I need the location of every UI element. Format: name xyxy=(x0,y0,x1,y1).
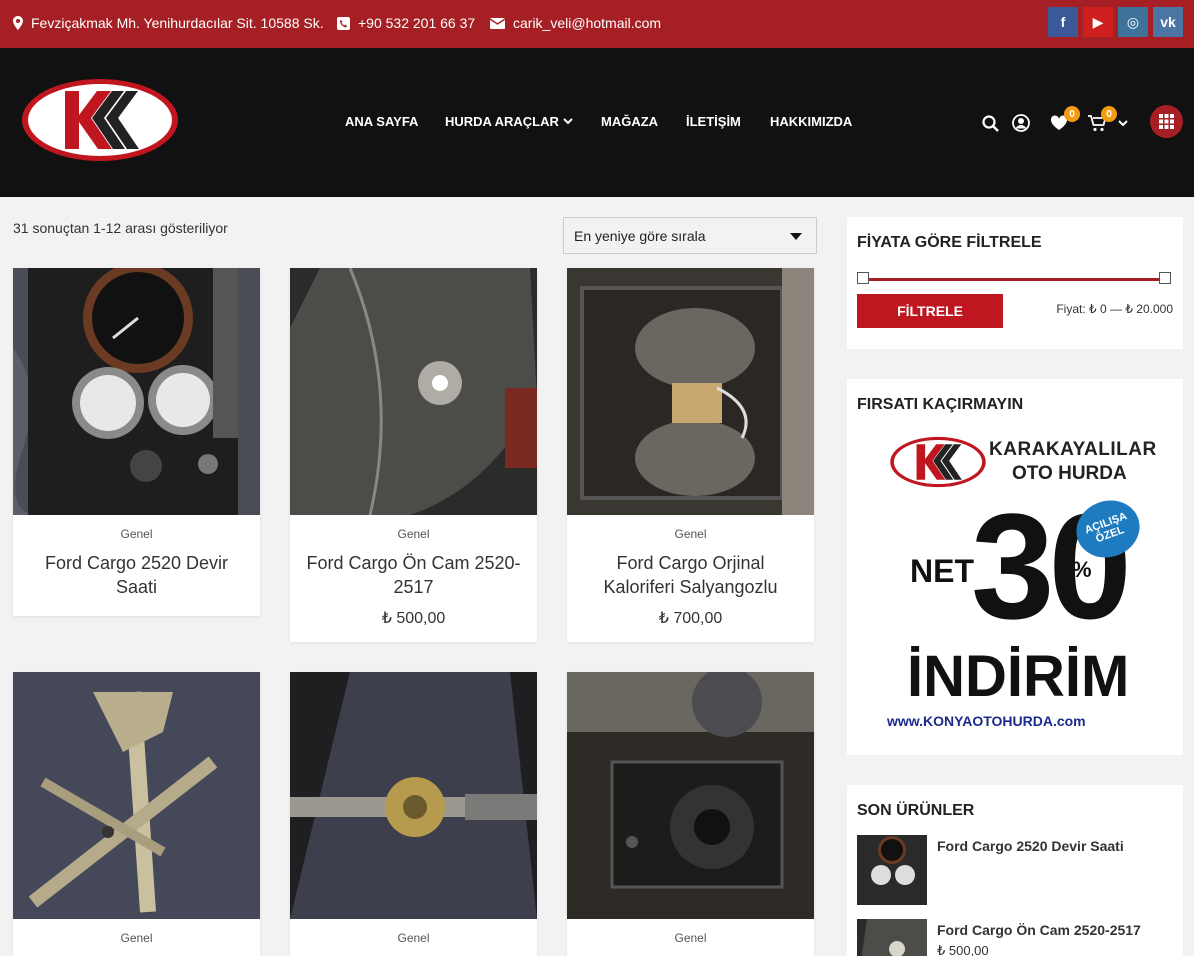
wishlist-count-badge: 0 xyxy=(1064,106,1080,122)
phone-info[interactable]: +90 532 201 66 37 xyxy=(337,15,475,31)
top-bar: Fevziçakmak Mh. Yenihurdacılar Sit. 1058… xyxy=(0,0,1194,48)
account-icon[interactable] xyxy=(1010,112,1032,134)
recent-product-item[interactable]: Ford Cargo 2520 Devir Saati xyxy=(857,835,1173,905)
product-price: ₺ 700,00 xyxy=(658,610,723,627)
site-logo[interactable] xyxy=(20,77,180,163)
product-title[interactable]: Ford Cargo Orjinal Kaloriferi Salyangozl… xyxy=(579,551,802,599)
recent-product-title[interactable]: Ford Cargo 2520 Devir Saati xyxy=(937,838,1124,854)
product-category[interactable]: Genel xyxy=(13,931,260,945)
promo-discount: İNDİRİM xyxy=(907,644,1130,709)
cart-count-badge: 0 xyxy=(1101,106,1117,122)
facebook-icon[interactable]: f xyxy=(1048,7,1078,37)
address-text: Fevziçakmak Mh. Yenihurdacılar Sit. 1058… xyxy=(31,15,324,31)
product-card[interactable]: Genel Ford Cargo Ön Cam 2520-2517 ₺ 500,… xyxy=(290,268,537,642)
product-title[interactable]: Ford Cargo 2520 Devir Saati xyxy=(25,551,248,599)
nav-scrap-vehicles[interactable]: HURDA ARAÇLAR xyxy=(445,114,573,129)
site-header: ANA SAYFA HURDA ARAÇLAR MAĞAZA İLETİŞİM … xyxy=(0,48,1194,197)
price-filter-widget: FİYATA GÖRE FİLTRELE FİLTRELE Fiyat: ₺ 0… xyxy=(847,217,1183,349)
product-card[interactable]: Genel xyxy=(290,672,537,956)
product-category[interactable]: Genel xyxy=(13,527,260,541)
product-image[interactable] xyxy=(567,672,814,919)
product-image[interactable] xyxy=(13,268,260,515)
product-image[interactable] xyxy=(567,268,814,515)
promo-net: NET xyxy=(910,553,974,589)
recent-product-thumb[interactable] xyxy=(857,919,927,956)
product-card[interactable]: Genel Ford Cargo Orjinal Kaloriferi Saly… xyxy=(567,268,814,642)
recent-products-widget: SON ÜRÜNLER Ford Cargo 2520 Devir Saati … xyxy=(847,785,1183,956)
nav-about[interactable]: HAKKIMIZDA xyxy=(770,114,852,129)
widget-title: FİYATA GÖRE FİLTRELE xyxy=(857,234,1042,251)
phone-icon xyxy=(337,16,350,30)
product-category[interactable]: Genel xyxy=(567,931,814,945)
email-info[interactable]: carik_veli@hotmail.com xyxy=(490,15,661,31)
price-slider-track[interactable] xyxy=(863,278,1166,281)
price-slider-max-handle[interactable] xyxy=(1159,272,1171,284)
product-category[interactable]: Genel xyxy=(290,527,537,541)
grid-icon xyxy=(1159,114,1174,129)
recent-product-title[interactable]: Ford Cargo Ön Cam 2520-2517 xyxy=(937,922,1141,938)
sort-selected-value: En yeniye göre sırala xyxy=(574,228,706,244)
instagram-icon[interactable]: ◎ xyxy=(1118,7,1148,37)
product-title[interactable]: Ford Cargo Ön Cam 2520-2517 xyxy=(302,551,525,599)
recent-product-price: ₺ 500,00 xyxy=(937,943,989,956)
recent-product-item[interactable]: Ford Cargo Ön Cam 2520-2517 ₺ 500,00 xyxy=(857,919,1173,956)
promo-brand-line1: KARAKAYALILAR xyxy=(989,439,1157,460)
youtube-icon[interactable]: ▶ xyxy=(1083,7,1113,37)
price-range-label: Fiyat: ₺ 0 — ₺ 20.000 xyxy=(1056,302,1173,316)
product-card[interactable]: Genel xyxy=(567,672,814,956)
promo-percent-sign: % xyxy=(1072,557,1092,582)
promo-url: www.KONYAOTOHURDA.com xyxy=(887,713,1086,729)
nav-store[interactable]: MAĞAZA xyxy=(601,114,658,129)
promo-widget: FIRSATI KAÇIRMAYIN KARAKAYALILAR OTO HUR… xyxy=(847,379,1183,755)
address-info: Fevziçakmak Mh. Yenihurdacılar Sit. 1058… xyxy=(13,15,324,31)
recent-product-thumb[interactable] xyxy=(857,835,927,905)
result-count: 31 sonuçtan 1-12 arası gösteriliyor xyxy=(13,220,228,236)
product-image[interactable] xyxy=(290,672,537,919)
nav-contact[interactable]: İLETİŞİM xyxy=(686,114,741,129)
sort-select[interactable]: En yeniye göre sırala xyxy=(563,217,817,254)
product-image[interactable] xyxy=(290,268,537,515)
phone-text: +90 532 201 66 37 xyxy=(358,15,476,31)
product-category[interactable]: Genel xyxy=(567,527,814,541)
filter-button[interactable]: FİLTRELE xyxy=(857,294,1003,328)
grid-menu-button[interactable] xyxy=(1150,105,1183,138)
promo-banner[interactable]: KARAKAYALILAR OTO HURDA NET 30 % AÇILIŞA… xyxy=(857,429,1173,749)
envelope-icon xyxy=(490,17,505,29)
search-icon[interactable] xyxy=(979,112,1001,134)
product-category[interactable]: Genel xyxy=(290,931,537,945)
chevron-down-icon[interactable] xyxy=(1116,112,1130,134)
email-text: carik_veli@hotmail.com xyxy=(513,15,662,31)
caret-down-icon xyxy=(790,233,802,240)
widget-title: FIRSATI KAÇIRMAYIN xyxy=(857,396,1024,413)
product-price: ₺ 500,00 xyxy=(381,610,446,627)
vk-icon[interactable]: vk xyxy=(1153,7,1183,37)
map-marker-icon xyxy=(13,16,23,30)
nav-home[interactable]: ANA SAYFA xyxy=(345,114,418,129)
widget-title: SON ÜRÜNLER xyxy=(857,802,975,819)
product-card[interactable]: Genel xyxy=(13,672,260,956)
chevron-down-icon xyxy=(563,118,573,125)
product-card[interactable]: Genel Ford Cargo 2520 Devir Saati xyxy=(13,268,260,616)
product-image[interactable] xyxy=(13,672,260,919)
price-slider-min-handle[interactable] xyxy=(857,272,869,284)
